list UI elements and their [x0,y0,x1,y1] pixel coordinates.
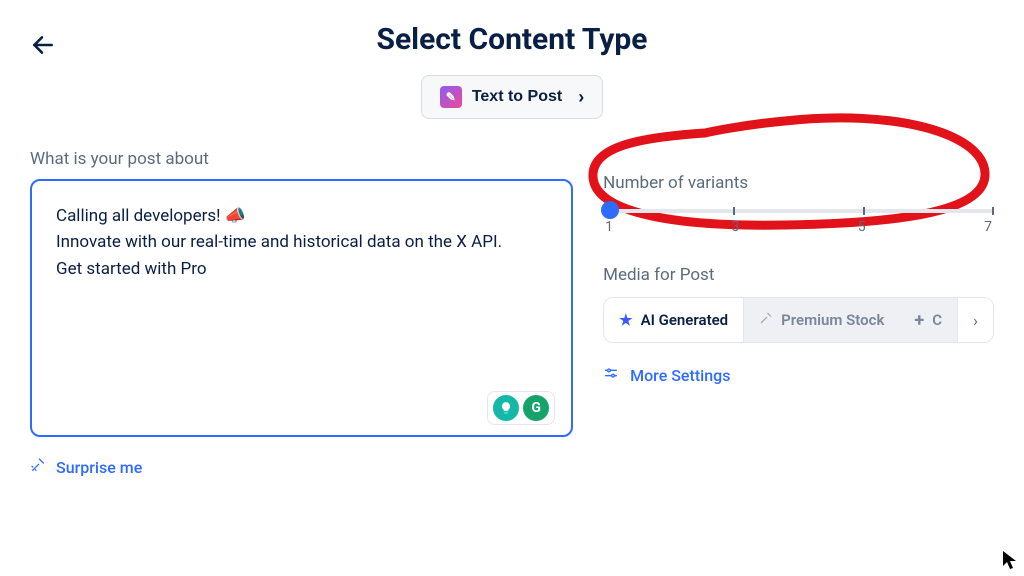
content-type-label: Text to Post [472,88,562,106]
plus-icon: + [914,310,924,331]
variants-slider[interactable]: 1 3 5 7 [603,207,994,235]
wand-icon [759,311,773,329]
media-tabs: ★ AI Generated Premium Stock + C › [603,297,994,343]
chevron-right-icon: › [578,87,584,108]
more-settings-button[interactable]: More Settings [603,365,994,385]
media-tab-label: C [932,311,942,329]
back-button[interactable] [30,32,56,58]
tick-1: 1 [605,219,613,235]
wand-icon [30,457,46,477]
writing-assist-badges: G [487,391,555,425]
tick-5: 5 [858,219,866,235]
content-type-selector[interactable]: Text to Post › [421,75,603,119]
sliders-icon [603,365,619,385]
media-tab-label: AI Generated [641,311,729,329]
tick-3: 3 [731,219,739,235]
slider-thumb[interactable] [601,201,619,219]
media-tab-ai-generated[interactable]: ★ AI Generated [604,298,744,342]
media-tab-create[interactable]: + C [899,298,957,342]
media-tabs-scroll-right[interactable]: › [957,298,993,342]
text-to-post-icon [440,86,462,108]
star-icon: ★ [619,311,632,329]
variants-label: Number of variants [603,173,994,193]
surprise-me-button[interactable]: Surprise me [30,457,573,477]
tick-7: 7 [984,219,992,235]
slider-tick-labels: 1 3 5 7 [603,219,994,235]
post-about-label: What is your post about [30,149,573,169]
page-root: Select Content Type Text to Post › What … [0,0,1024,576]
grammarly-icon[interactable]: G [523,395,549,421]
media-tab-premium-stock[interactable]: Premium Stock [744,298,899,342]
mouse-cursor-icon [1002,550,1018,570]
arrow-left-icon [30,32,56,58]
assist-icon[interactable] [493,395,519,421]
media-label: Media for Post [603,265,994,285]
chevron-right-icon: › [973,311,978,330]
surprise-me-label: Surprise me [56,458,142,477]
slider-track [603,209,994,213]
more-settings-label: More Settings [630,366,730,385]
page-title: Select Content Type [0,0,1024,57]
media-tab-label: Premium Stock [781,311,884,329]
